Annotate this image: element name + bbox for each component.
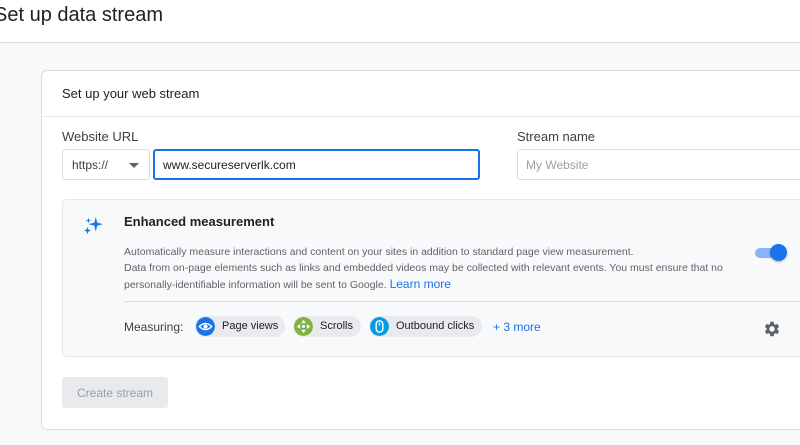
panel-divider bbox=[124, 301, 800, 302]
chip-label: Scrolls bbox=[320, 320, 354, 332]
stream-name-label: Stream name bbox=[517, 129, 596, 144]
mouse-icon bbox=[370, 317, 389, 336]
scroll-icon bbox=[294, 317, 313, 336]
toggle-knob bbox=[770, 244, 787, 261]
chip-scrolls[interactable]: Scrolls bbox=[293, 316, 361, 337]
sparkle-icon bbox=[83, 216, 104, 235]
chip-label: Page views bbox=[222, 320, 279, 332]
learn-more-link[interactable]: Learn more bbox=[390, 277, 451, 291]
gear-icon[interactable] bbox=[763, 320, 781, 338]
enhanced-measurement-panel: Enhanced measurement Automatically measu… bbox=[62, 199, 800, 357]
eye-icon bbox=[196, 317, 215, 336]
chip-outbound-clicks[interactable]: Outbound clicks bbox=[369, 316, 482, 337]
more-measurements-link[interactable]: + 3 more bbox=[493, 320, 541, 334]
page-title: Set up data stream bbox=[0, 4, 163, 26]
create-stream-button[interactable]: Create stream bbox=[62, 377, 168, 408]
card-title: Set up your web stream bbox=[62, 86, 200, 101]
website-url-input[interactable] bbox=[153, 149, 480, 180]
caret-down-icon bbox=[129, 163, 139, 168]
protocol-select[interactable]: https:// bbox=[62, 149, 150, 180]
chip-page-views[interactable]: Page views bbox=[195, 316, 285, 337]
top-bar: Set up data stream bbox=[0, 0, 800, 43]
enhanced-measurement-title: Enhanced measurement bbox=[124, 214, 275, 229]
website-url-label: Website URL bbox=[62, 129, 139, 144]
web-stream-card: Set up your web stream Website URL Strea… bbox=[41, 70, 800, 430]
stream-name-input[interactable] bbox=[517, 149, 800, 180]
enhanced-measurement-toggle[interactable] bbox=[755, 244, 787, 262]
protocol-value: https:// bbox=[72, 158, 109, 172]
enhanced-measurement-description: Automatically measure interactions and c… bbox=[124, 244, 744, 293]
card-divider bbox=[42, 116, 800, 117]
chip-label: Outbound clicks bbox=[396, 320, 475, 332]
description-line-1: Automatically measure interactions and c… bbox=[124, 246, 634, 258]
measuring-label: Measuring: bbox=[124, 320, 184, 334]
